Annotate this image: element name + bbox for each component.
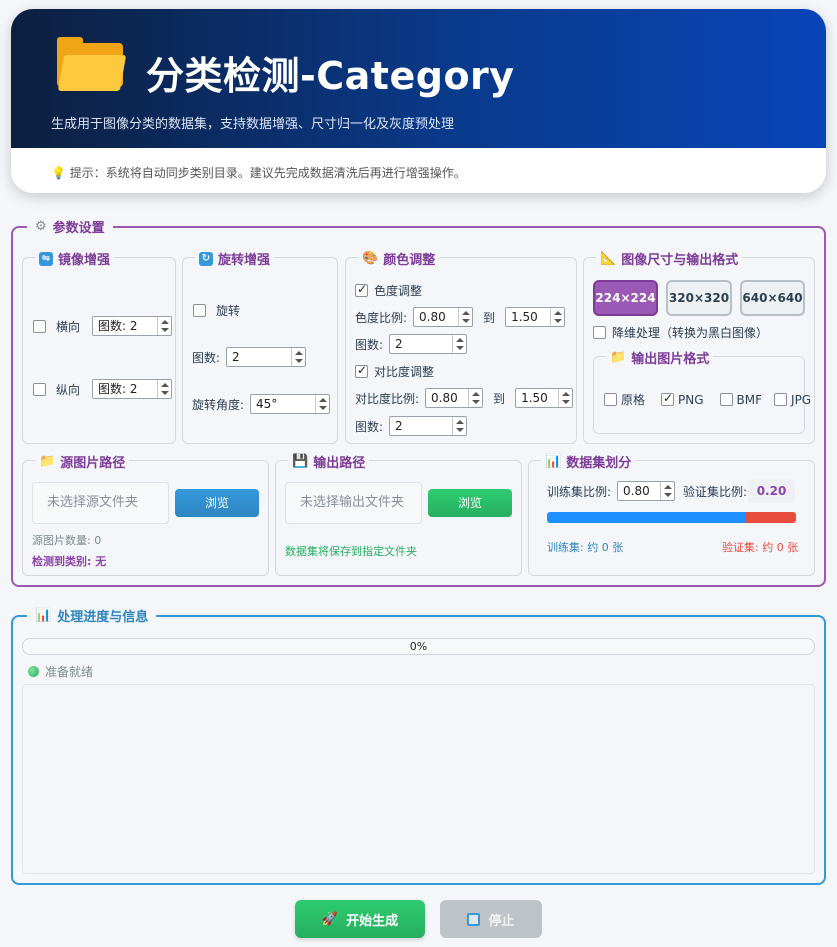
output-browse-button[interactable]: 浏览 (428, 489, 512, 517)
tip-text: 💡 提示：系统将自动同步类别目录。建议先完成数据清洗后再进行增强操作。 (51, 166, 466, 180)
folder-small-icon: 📁 (610, 350, 627, 365)
mirror-icon: ⇋ (39, 251, 53, 266)
rotate-checkbox[interactable] (193, 304, 206, 317)
save-icon: 💾 (292, 454, 309, 469)
log-area[interactable] (22, 684, 815, 874)
train-ratio-row: 训练集比例: 0.80 验证集比例: (547, 481, 747, 501)
ruler-icon: 📐 (600, 251, 617, 266)
size-640-button[interactable]: 640×640 (740, 280, 805, 316)
rotate-icon: ↻ (199, 251, 213, 266)
rotate-angle-input[interactable]: 45° (250, 394, 331, 414)
contrast-count-row: 图数: 2 (355, 416, 468, 436)
format-row: 原格 PNG BMF JPG (604, 391, 811, 408)
folder-icon (57, 37, 127, 91)
start-button[interactable]: 🚀 开始生成 (295, 900, 425, 938)
train-ratio-input[interactable]: 0.80 (617, 481, 676, 501)
hue-checkbox[interactable] (355, 282, 368, 297)
progress-legend: 📊 处理进度与信息 (27, 606, 157, 625)
page-subtitle: 生成用于图像分类的数据集，支持数据增强、尺寸归一化及灰度预处理 (51, 117, 455, 132)
format-png-checkbox[interactable] (661, 391, 675, 406)
hue-ratio-row: 色度比例: 0.80 到 1.50 (355, 307, 566, 327)
source-browse-button[interactable]: 浏览 (175, 489, 259, 517)
status-row: 准备就绪 (28, 663, 93, 680)
stop-icon (467, 912, 481, 926)
rotate-row: 旋转 (193, 302, 240, 319)
val-ratio-value: 0.20 (748, 479, 795, 503)
status-dot-icon (28, 666, 39, 677)
contrast-count-input[interactable]: 2 (389, 416, 468, 436)
hue-count-input[interactable]: 2 (389, 334, 468, 354)
stop-button[interactable]: 停止 (440, 900, 542, 938)
train-count: 训练集: 约 0 张 (547, 541, 624, 554)
rotate-count-input[interactable]: 2 (226, 347, 307, 367)
contrast-from-input[interactable]: 0.80 (425, 388, 484, 408)
header-banner: 分类检测-Category 生成用于图像分类的数据集，支持数据增强、尺寸归一化及… (11, 9, 826, 148)
contrast-checkbox[interactable] (355, 363, 368, 378)
rotate-angle-row: 旋转角度: 45° (192, 394, 331, 414)
rotate-count-row: 图数: 2 (192, 347, 307, 367)
format-jpg-checkbox[interactable] (774, 393, 788, 406)
size-224-button[interactable]: 224×224 (593, 280, 658, 316)
progress-bar: 0% (22, 638, 815, 655)
grayscale-checkbox[interactable] (593, 326, 606, 339)
palette-icon: 🎨 (362, 251, 379, 266)
grayscale-row: 降维处理（转换为黑白图像） (593, 324, 768, 341)
source-count: 源图片数量: 0 (32, 534, 102, 547)
rocket-icon: 🚀 (321, 911, 339, 927)
mirror-vertical-checkbox[interactable] (33, 382, 46, 396)
source-classes: 检测到类别: 无 (32, 555, 107, 568)
train-bar (547, 512, 747, 523)
mirror-vertical-count[interactable]: 图数: 2 (92, 379, 173, 399)
val-count: 验证集: 约 0 张 (722, 541, 799, 554)
hue-to-input[interactable]: 1.50 (505, 307, 566, 327)
hue-from-input[interactable]: 0.80 (413, 307, 474, 327)
contrast-to-input[interactable]: 1.50 (515, 388, 574, 408)
mirror-vertical-row: 纵向 图数: 2 (33, 379, 173, 399)
mirror-panel: ⇋ 镜像增强 (22, 249, 176, 444)
chart-icon: 📊 (545, 454, 562, 469)
source-path-field[interactable]: 未选择源文件夹 (32, 482, 169, 524)
hue-row: 色度调整 (355, 282, 422, 299)
lightbulb-icon: 💡 (51, 166, 66, 180)
gear-icon: ⚙ (35, 219, 47, 234)
val-bar (746, 512, 796, 523)
mirror-horizontal-count[interactable]: 图数: 2 (92, 316, 173, 336)
split-bar (547, 512, 796, 523)
mirror-horizontal-checkbox[interactable] (33, 319, 46, 333)
size-320-button[interactable]: 320×320 (666, 280, 732, 316)
hue-count-row: 图数: 2 (355, 334, 468, 354)
folder-source-icon: 📁 (39, 454, 56, 469)
bar-chart-icon: 📊 (35, 608, 52, 623)
header-card: 分类检测-Category 生成用于图像分类的数据集，支持数据增强、尺寸归一化及… (11, 9, 826, 193)
page-title: 分类检测-Category (146, 54, 515, 98)
mirror-horizontal-row: 横向 图数: 2 (33, 316, 173, 336)
format-original-checkbox[interactable] (604, 393, 617, 406)
contrast-row: 对比度调整 (355, 363, 434, 380)
format-bmf-checkbox[interactable] (719, 393, 733, 406)
params-legend: ⚙ 参数设置 (27, 217, 113, 236)
output-path-field[interactable]: 未选择输出文件夹 (285, 482, 422, 524)
contrast-ratio-row: 对比度比例: 0.80 到 1.50 (355, 388, 574, 408)
output-note: 数据集将保存到指定文件夹 (285, 545, 417, 558)
